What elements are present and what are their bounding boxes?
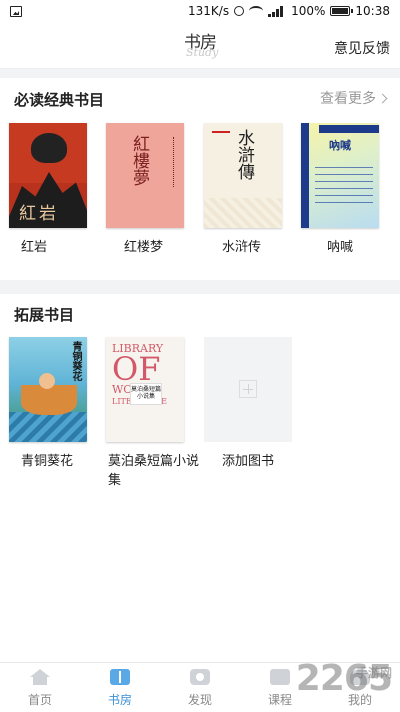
battery-percent: 100%	[291, 4, 326, 18]
book-item[interactable]: 水滸傳 水浒传	[204, 123, 282, 257]
add-icon	[239, 380, 257, 398]
logo-en: Study	[186, 46, 219, 59]
book-cover[interactable]: 紅岩	[9, 123, 87, 228]
tab-label: 发现	[187, 693, 212, 707]
add-book-item[interactable]: 添加图书	[204, 337, 292, 471]
home-icon	[30, 669, 50, 685]
network-speed: 131K/s	[188, 4, 230, 18]
cover-title: 水滸傳	[234, 129, 254, 180]
book-title: 水浒传	[222, 240, 262, 255]
cover-title: 紅樓夢	[129, 135, 149, 186]
status-right: 131K/s 100% 10:38	[188, 4, 390, 18]
book-item[interactable]: 紅樓夢 红楼梦	[106, 123, 184, 257]
tab-label: 首页	[27, 693, 52, 707]
bookshelf-icon	[110, 669, 130, 685]
cover-title: 紅岩	[19, 204, 59, 224]
discover-icon	[190, 669, 210, 685]
wifi-icon	[249, 6, 264, 16]
extended-reading-section: 拓展书目 青铜葵花 青铜葵花 LIBRARY OF WORLD LITERATU…	[0, 294, 400, 662]
cover-line: OF	[112, 350, 161, 388]
status-bar: 131K/s 100% 10:38	[0, 0, 400, 24]
gallery-notification-icon	[10, 6, 22, 17]
add-book-card[interactable]	[204, 337, 292, 442]
section-title: 拓展书目	[14, 306, 75, 324]
section-divider	[0, 69, 400, 78]
book-title: 红楼梦	[124, 240, 164, 255]
battery-icon	[330, 6, 354, 16]
required-reading-section: 必读经典书目 查看更多 紅岩 红岩 紅樓夢 红楼梦 水滸傳 水浒传 吶喊 呐喊	[0, 78, 400, 280]
tab-home[interactable]: 首页	[0, 663, 80, 712]
watermark-sub: 手游网	[355, 666, 392, 680]
book-item[interactable]: 紅岩 红岩	[9, 123, 87, 257]
book-cover[interactable]: 紅樓夢	[106, 123, 184, 228]
study-logo: 书房 Study	[184, 28, 224, 64]
book-item[interactable]: LIBRARY OF WORLD LITERATURE 莫泊桑短篇小说集 莫泊桑…	[106, 337, 199, 490]
site-watermark: 2265 手游网	[296, 658, 393, 699]
tab-bookshelf[interactable]: 书房	[80, 663, 160, 712]
view-more-link[interactable]: 查看更多	[320, 88, 388, 108]
book-title: 莫泊桑短篇小说集	[108, 454, 200, 488]
view-more-label: 查看更多	[320, 91, 376, 107]
book-cover[interactable]: 水滸傳	[204, 123, 282, 228]
book-cover[interactable]: 青铜葵花	[9, 337, 87, 442]
book-title: 青铜葵花	[21, 454, 74, 469]
alarm-icon	[234, 6, 245, 16]
feedback-button[interactable]: 意见反馈	[334, 38, 390, 58]
book-item[interactable]: 吶喊 呐喊	[301, 123, 379, 257]
section-title: 必读经典书目	[14, 91, 105, 109]
book-title: 红岩	[21, 240, 48, 255]
section-divider	[0, 280, 400, 294]
book-item[interactable]: 青铜葵花 青铜葵花	[9, 337, 87, 471]
cover-tag: 莫泊桑短篇小说集	[130, 383, 162, 405]
cover-title: 青铜葵花	[70, 341, 81, 381]
clock: 10:38	[355, 4, 390, 18]
course-icon	[270, 669, 290, 685]
book-cover[interactable]: 吶喊	[301, 123, 379, 228]
chevron-right-icon	[377, 93, 388, 104]
signal-icon	[268, 5, 286, 17]
add-book-label: 添加图书	[222, 454, 275, 469]
app-header: 书房 Study 意见反馈	[0, 24, 400, 69]
book-cover[interactable]: LIBRARY OF WORLD LITERATURE 莫泊桑短篇小说集	[106, 337, 184, 442]
book-title: 呐喊	[327, 240, 354, 255]
cover-title: 吶喊	[329, 139, 351, 152]
tab-discover[interactable]: 发现	[160, 663, 240, 712]
tab-label: 书房	[107, 693, 132, 707]
